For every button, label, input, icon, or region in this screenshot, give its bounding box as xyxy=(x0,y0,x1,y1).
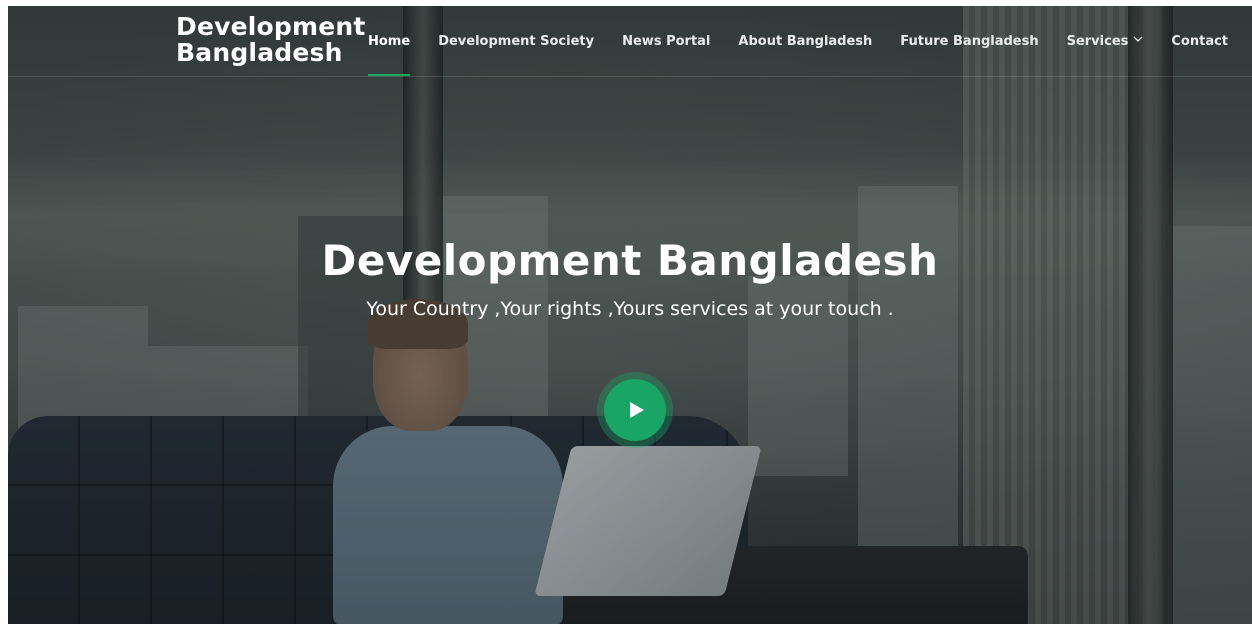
chevron-down-icon xyxy=(1133,35,1143,46)
nav-item-development-society[interactable]: Development Society xyxy=(438,6,594,76)
hero-title: Development Bangladesh xyxy=(321,236,939,285)
nav-item-about-bangladesh[interactable]: About Bangladesh xyxy=(738,6,872,76)
nav-item-label: Development Society xyxy=(438,33,595,49)
nav-item-future-bangladesh[interactable]: Future Bangladesh xyxy=(900,6,1038,76)
logo-line-1: Development xyxy=(176,12,366,41)
nav-item-label: News Portal xyxy=(622,33,711,49)
play-button-circle xyxy=(604,379,666,441)
logo-line-2: Bangladesh xyxy=(176,38,343,67)
hero-subtitle: Your Country ,Your rights ,Yours service… xyxy=(366,298,894,320)
nav-item-label: Services xyxy=(1066,33,1129,49)
nav-item-label: Contact xyxy=(1171,33,1229,49)
hero-section: Development Bangladesh Home Development … xyxy=(8,6,1252,624)
site-logo[interactable]: Development Bangladesh xyxy=(176,14,366,66)
site-header: Development Bangladesh Home Development … xyxy=(8,6,1252,77)
nav-item-contact[interactable]: Contact xyxy=(1171,6,1228,76)
nav-item-news-portal[interactable]: News Portal xyxy=(622,6,710,76)
nav-item-label: Home xyxy=(368,33,411,49)
nav-item-label: About Bangladesh xyxy=(738,33,873,49)
nav-item-label: Future Bangladesh xyxy=(900,33,1039,49)
nav-item-home[interactable]: Home xyxy=(368,6,411,76)
play-video-button[interactable] xyxy=(597,372,673,448)
main-nav: Home Development Society News Portal Abo… xyxy=(368,6,1252,76)
play-icon xyxy=(629,402,644,418)
nav-item-services[interactable]: Services xyxy=(1067,6,1144,76)
